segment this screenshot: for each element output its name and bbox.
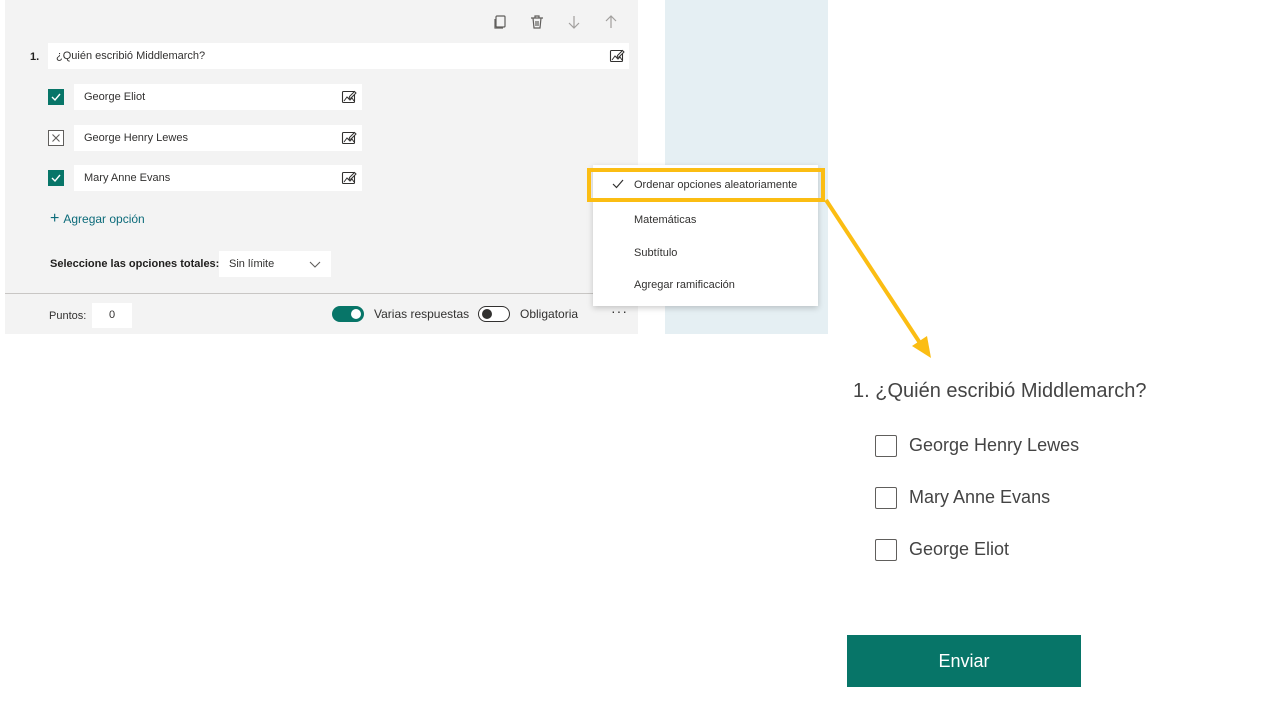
question-title-input[interactable]: ¿Quién escribió Middlemarch? [48,43,629,69]
insert-media-icon[interactable] [341,170,357,186]
preview-checkbox[interactable] [875,487,897,509]
menu-item-subtitle[interactable]: Subtítulo [634,247,677,259]
question-title-text: ¿Quién escribió Middlemarch? [56,50,206,62]
option-row: George Henry Lewes [48,125,368,151]
chevron-down-icon [309,261,321,268]
insert-media-icon[interactable] [341,89,357,105]
copy-icon[interactable] [490,12,510,32]
option-row: Mary Anne Evans [48,165,368,191]
footer-divider [5,293,638,294]
preview-question-title: 1. ¿Quién escribió Middlemarch? [853,380,1147,402]
menu-item-math[interactable]: Matemáticas [634,214,696,226]
insert-media-icon[interactable] [341,130,357,146]
submit-button[interactable]: Enviar [847,635,1081,687]
highlight-frame [587,168,825,202]
points-value: 0 [109,309,116,321]
add-option-button[interactable]: + Agregar opción [50,210,145,227]
correct-answer-checkbox[interactable] [48,89,64,105]
correct-answer-checkbox[interactable] [48,170,64,186]
preview-checkbox[interactable] [875,539,897,561]
question-number: 1. [30,51,40,63]
preview-option-label: Mary Anne Evans [909,487,1051,507]
insert-media-icon[interactable] [609,48,625,64]
menu-item-add-branching[interactable]: Agregar ramificación [634,279,735,291]
points-label: Puntos: [49,310,87,322]
preview-checkbox[interactable] [875,435,897,457]
limit-label: Seleccione las opciones totales: [50,258,220,270]
limit-value: Sin límite [229,258,275,270]
multiple-answers-label: Varias respuestas [374,307,470,321]
preview-option-label: George Eliot [909,539,1010,559]
required-toggle[interactable] [478,306,510,322]
option-row: George Eliot [48,84,368,110]
delete-icon[interactable] [527,12,547,32]
more-options-button[interactable]: ··· [611,304,631,320]
limit-dropdown[interactable]: Sin límite [219,251,331,277]
option-label: George Henry Lewes [84,132,188,144]
plus-icon: + [50,210,60,227]
required-label: Obligatoria [520,307,579,321]
option-input[interactable]: George Eliot [74,84,362,110]
option-label: Mary Anne Evans [84,172,171,184]
multiple-answers-toggle[interactable] [332,306,364,322]
move-down-icon[interactable] [564,12,584,32]
option-input[interactable]: George Henry Lewes [74,125,362,151]
option-label: George Eliot [84,91,146,103]
move-up-icon[interactable] [601,12,621,32]
points-input[interactable]: 0 [92,303,132,328]
option-input[interactable]: Mary Anne Evans [74,165,362,191]
question-editor: 1. ¿Quién escribió Middlemarch? George E… [5,0,638,334]
add-option-label: Agregar opción [63,212,145,226]
incorrect-answer-checkbox[interactable] [48,130,64,146]
preview-option-label: George Henry Lewes [909,435,1080,455]
